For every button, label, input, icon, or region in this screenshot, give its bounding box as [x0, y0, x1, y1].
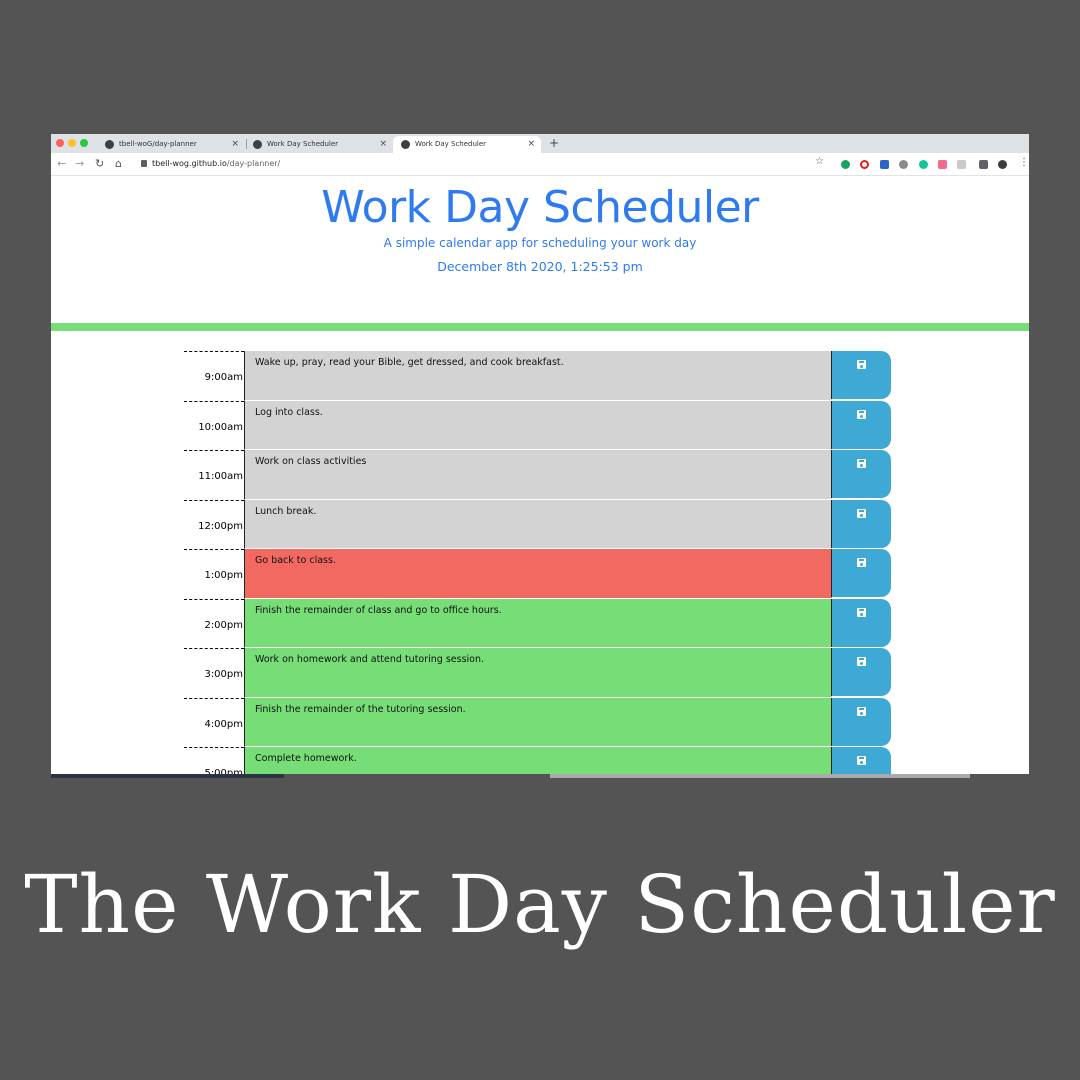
github-icon: [105, 140, 114, 149]
hour-label: 2:00pm: [184, 598, 244, 649]
save-button[interactable]: [831, 450, 891, 498]
schedule-list: 9:00am Wake up, pray, read your Bible, g…: [184, 351, 891, 774]
bookmark-star-icon[interactable]: ☆: [815, 156, 824, 167]
lock-icon: [141, 160, 147, 167]
back-icon[interactable]: ←: [57, 157, 66, 170]
save-button[interactable]: [831, 697, 891, 746]
home-icon[interactable]: ⌂: [115, 157, 122, 170]
save-button[interactable]: [831, 598, 891, 647]
hour-label: 5:00pm: [184, 747, 244, 774]
time-block: 10:00am Log into class.: [184, 400, 891, 451]
globe-icon: [253, 140, 262, 149]
browser-toolbar: ← → ↻ ⌂ tbell-wog.github.io/day-planner/…: [51, 153, 1029, 176]
hour-label: 1:00pm: [184, 549, 244, 599]
page-title: Work Day Scheduler: [321, 182, 759, 233]
avatar[interactable]: [998, 160, 1007, 169]
page-subtitle: A simple calendar app for scheduling you…: [383, 236, 697, 250]
task-input[interactable]: Work on homework and attend tutoring ses…: [244, 648, 832, 698]
hour-label: 4:00pm: [184, 697, 244, 748]
url-host: tbell-wog.github.io: [152, 159, 227, 168]
hour-label: 9:00am: [184, 351, 244, 401]
globe-icon: [401, 140, 410, 149]
task-input[interactable]: Finish the remainder of class and go to …: [244, 598, 832, 648]
close-tab-icon[interactable]: ×: [527, 139, 535, 149]
tab-bar: tbell-woG/day-planner × Work Day Schedul…: [51, 134, 1029, 153]
save-icon: [857, 459, 866, 468]
current-date: December 8th 2020, 1:25:53 pm: [437, 259, 643, 274]
hour-label: 11:00am: [184, 450, 244, 500]
browser-window: tbell-woG/day-planner × Work Day Schedul…: [51, 134, 1029, 774]
save-button[interactable]: [831, 648, 891, 696]
menu-kebab-icon[interactable]: ⋮: [1019, 157, 1029, 168]
puzzle-icon[interactable]: [979, 160, 988, 169]
tab-scheduler-1[interactable]: Work Day Scheduler ×: [245, 136, 393, 153]
caption-title: The Work Day Scheduler: [24, 858, 1056, 951]
time-block: 2:00pm Finish the remainder of class and…: [184, 598, 891, 649]
opera-extension-icon[interactable]: [860, 160, 869, 169]
save-icon: [857, 756, 866, 765]
maximize-window-icon[interactable]: [80, 139, 88, 147]
hour-label: 12:00pm: [184, 499, 244, 550]
url-path: /day-planner/: [226, 159, 281, 168]
task-input[interactable]: Complete homework.: [244, 747, 832, 774]
time-block: 3:00pm Work on homework and attend tutor…: [184, 648, 891, 698]
minimize-window-icon[interactable]: [68, 139, 76, 147]
extension-icon[interactable]: [880, 160, 889, 169]
forward-icon[interactable]: →: [75, 157, 84, 170]
save-button[interactable]: [831, 499, 891, 548]
extension-icon[interactable]: [957, 160, 966, 169]
new-tab-icon[interactable]: +: [549, 136, 559, 150]
close-tab-icon[interactable]: ×: [231, 139, 239, 149]
save-button[interactable]: [831, 549, 891, 597]
hour-label: 10:00am: [184, 400, 244, 451]
task-input[interactable]: Lunch break.: [244, 499, 832, 549]
time-block: 5:00pm Complete homework.: [184, 747, 891, 774]
time-block: 12:00pm Lunch break.: [184, 499, 891, 550]
save-button[interactable]: [831, 351, 891, 399]
save-icon: [857, 706, 866, 716]
task-input[interactable]: Finish the remainder of the tutoring ses…: [244, 697, 832, 747]
reload-icon[interactable]: ↻: [95, 157, 104, 170]
close-tab-icon[interactable]: ×: [379, 139, 387, 149]
extension-icon[interactable]: [938, 160, 947, 169]
hour-label: 3:00pm: [184, 648, 244, 698]
save-icon: [857, 607, 866, 617]
close-window-icon[interactable]: [56, 139, 64, 147]
address-bar[interactable]: tbell-wog.github.io/day-planner/: [141, 159, 280, 168]
extension-icon[interactable]: [841, 160, 850, 169]
save-icon: [857, 657, 866, 666]
time-block: 9:00am Wake up, pray, read your Bible, g…: [184, 351, 891, 401]
task-input[interactable]: Log into class.: [244, 400, 832, 450]
save-icon: [857, 508, 866, 518]
tab-label: Work Day Scheduler: [267, 140, 339, 148]
tab-label: tbell-woG/day-planner: [119, 140, 197, 148]
task-input[interactable]: Wake up, pray, read your Bible, get dres…: [244, 351, 832, 401]
tab-label: Work Day Scheduler: [415, 140, 487, 148]
extension-icon[interactable]: [899, 160, 908, 169]
save-button[interactable]: [831, 400, 891, 449]
tab-scheduler-2[interactable]: Work Day Scheduler ×: [393, 136, 541, 153]
time-block: 4:00pm Finish the remainder of the tutor…: [184, 697, 891, 748]
save-icon: [857, 409, 866, 419]
save-button[interactable]: [831, 747, 891, 774]
save-icon: [857, 558, 866, 567]
header-divider: [51, 323, 1029, 331]
background-window-strip: [51, 774, 284, 778]
save-icon: [857, 360, 866, 369]
tab-github[interactable]: tbell-woG/day-planner ×: [97, 136, 245, 153]
time-block: 11:00am Work on class activities: [184, 450, 891, 500]
grammarly-icon[interactable]: [919, 160, 928, 169]
task-input[interactable]: Go back to class.: [244, 549, 832, 599]
time-block: 1:00pm Go back to class.: [184, 549, 891, 599]
background-window-strip: [550, 774, 970, 778]
task-input[interactable]: Work on class activities: [244, 450, 832, 500]
